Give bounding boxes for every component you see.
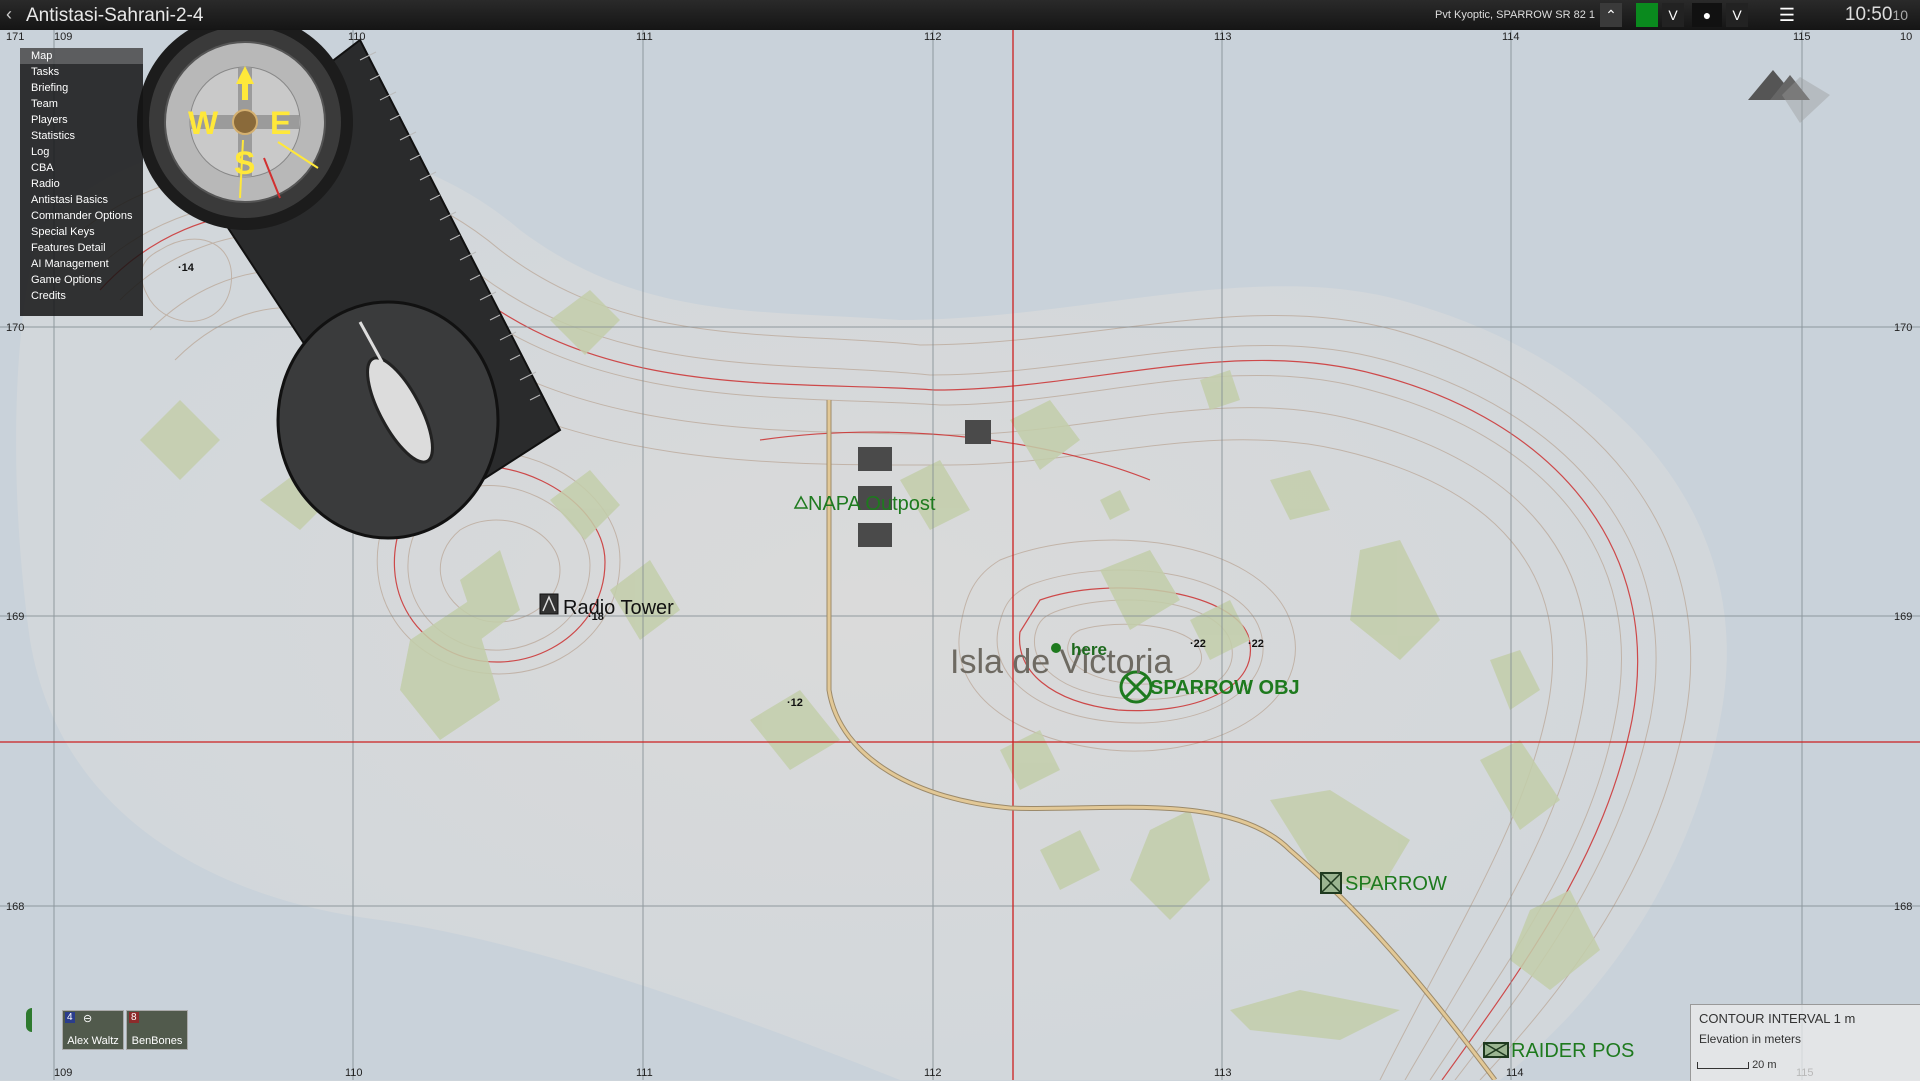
mission-title: Antistasi-Sahrani-2-4 (26, 5, 204, 26)
menu-item[interactable]: Special Keys (20, 224, 143, 240)
raider-pos-label[interactable]: RAIDER POS (1511, 1040, 1634, 1062)
radio-tower-label[interactable]: Radio Tower (563, 597, 674, 619)
grid-label-left: 168 (6, 901, 24, 913)
compass-label-w: W (188, 105, 219, 141)
grid-label-top: 110 (348, 31, 366, 43)
grid-label-bottom: 113 (1214, 1067, 1232, 1079)
menu-item[interactable]: Players (20, 112, 143, 128)
active-channel-button[interactable] (1636, 3, 1658, 27)
height-marker: ·14 (178, 262, 195, 274)
game-clock: 10:5010 (1845, 4, 1908, 26)
scale-bar: 20 m (1697, 1059, 1777, 1071)
radio-tower-marker[interactable] (539, 593, 559, 615)
menu-item[interactable]: Statistics (20, 128, 143, 144)
menu-item[interactable]: Game Options (20, 272, 143, 288)
channel-dropdown-icon[interactable]: V (1662, 3, 1684, 27)
member-status-icon: ⊖ (83, 1013, 93, 1025)
sparrow-unit-label[interactable]: SPARROW (1345, 873, 1447, 895)
grid-label-top: 10 (1900, 31, 1912, 43)
clock-time: 10:50 (1844, 4, 1893, 25)
menu-item[interactable]: Credits (20, 288, 143, 304)
grid-label-top: 113 (1214, 31, 1232, 43)
raider-pos-marker[interactable] (1483, 1042, 1509, 1058)
map-menu: Map Tasks Briefing Team Players Statistics Log… (20, 48, 143, 316)
menu-item[interactable]: Commander Options (20, 208, 143, 224)
map-canvas[interactable]: W E S Isla de Victoria NAPA Outpost Radi… (0, 0, 1920, 1080)
sparrow-unit-marker[interactable] (1320, 872, 1342, 894)
marker-dropdown-icon[interactable]: V (1726, 3, 1748, 27)
clock-seconds: 10 (1892, 7, 1908, 23)
grid-label-right: 168 (1894, 901, 1912, 913)
scale-label: 20 m (1752, 1059, 1777, 1071)
grid-label-top: 171 (6, 31, 24, 43)
elevation-label: Elevation in meters (1699, 1032, 1802, 1046)
grid-label-top: 109 (54, 31, 72, 43)
menu-item[interactable]: Team (20, 96, 143, 112)
grid-label-top: 115 (1793, 31, 1811, 43)
top-bar: ‹ Antistasi-Sahrani-2-4 Pvt Kyoptic, SPA… (0, 0, 1920, 30)
grid-label-right: 169 (1894, 611, 1912, 623)
grid-label-bottom: 114 (1506, 1067, 1524, 1079)
grid-label-top: 111 (636, 31, 653, 43)
menu-item[interactable]: Features Detail (20, 240, 143, 256)
grid-label-left: 170 (6, 322, 24, 334)
grid-label-bottom: 109 (54, 1067, 72, 1079)
menu-item[interactable]: Antistasi Basics (20, 192, 143, 208)
grid-label-left: 169 (6, 611, 24, 623)
member-badge: 8 (129, 1012, 139, 1023)
menu-item[interactable]: Tasks (20, 64, 143, 80)
menu-item[interactable]: AI Management (20, 256, 143, 272)
menu-item[interactable]: Briefing (20, 80, 143, 96)
menu-item[interactable]: Radio (20, 176, 143, 192)
squad-member-card[interactable]: 4 ⊖ Alex Waltz (62, 1010, 124, 1050)
contour-interval-label: CONTOUR INTERVAL 1 m (1699, 1011, 1856, 1026)
height-marker: ·22 (1190, 638, 1206, 650)
back-chevron-icon[interactable]: ‹ (6, 4, 12, 25)
map-legend: CONTOUR INTERVAL 1 m Elevation in meters… (1690, 1004, 1920, 1081)
grid-label-top: 112 (924, 31, 942, 43)
menu-item[interactable]: CBA (20, 160, 143, 176)
scale-bar-line (1697, 1061, 1749, 1069)
island-name-label: Isla de Victoria (950, 643, 1172, 681)
sparrow-obj-label[interactable]: SPARROW OBJ (1150, 677, 1300, 699)
menu-item[interactable]: Log (20, 144, 143, 160)
grid-label-right: 170 (1894, 322, 1912, 334)
grid-label-bottom: 112 (924, 1067, 942, 1079)
compass-label-s: S (234, 145, 255, 181)
layers-icon[interactable]: ☰ (1772, 3, 1802, 27)
squad-member-card[interactable]: 8 BenBones (126, 1010, 188, 1050)
compass-pivot (232, 109, 258, 135)
height-marker: ·22 (1248, 638, 1264, 650)
menu-item[interactable]: Map (20, 48, 143, 64)
member-name: Alex Waltz (67, 1035, 119, 1047)
expand-up-icon[interactable]: ⌃ (1600, 3, 1622, 27)
squad-bar-handle[interactable] (26, 1008, 32, 1032)
compass-label-e: E (270, 105, 291, 141)
member-badge: 4 (65, 1012, 75, 1023)
napa-outpost-label[interactable]: NAPA Outpost (808, 493, 936, 515)
here-marker-label[interactable]: here (1071, 640, 1107, 659)
height-marker: ·12 (787, 697, 803, 709)
height-marker: ·18 (588, 611, 604, 623)
grid-label-top: 114 (1502, 31, 1520, 43)
grid-label-bottom: 111 (636, 1067, 653, 1079)
member-name: BenBones (131, 1035, 183, 1047)
player-info: Pvt Kyoptic, SPARROW SR 82 1 (1435, 9, 1595, 21)
marker-dot-button[interactable]: ● (1692, 3, 1722, 27)
grid-label-bottom: 110 (345, 1067, 363, 1079)
